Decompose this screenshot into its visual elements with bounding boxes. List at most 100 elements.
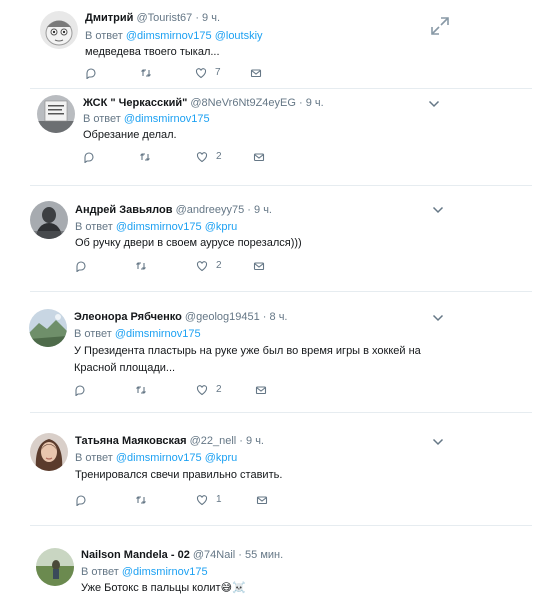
author-handle[interactable]: @andreeyy75 [176,204,245,216]
avatar[interactable] [30,201,68,239]
author-name[interactable]: Татьяна Маяковская [75,435,187,447]
chevron-down-icon[interactable] [432,438,444,446]
separator-dot: · [239,435,243,447]
message-button[interactable] [250,67,262,79]
reply-button[interactable] [85,67,97,79]
author-name[interactable]: Андрей Завьялов [75,204,173,216]
tweet-time[interactable]: 9 ч. [254,204,272,216]
author-name[interactable]: Элеонора Рябченко [74,311,182,323]
tweet-text: Тренировался свечи правильно ставить. [75,469,283,481]
tweet-actions: 7 [85,67,285,81]
tweet-header: Татьяна Маяковская @22_nell · 9 ч. [75,434,264,448]
tweet-text: У Президента пластырь на руке уже был во… [74,345,421,374]
retweet-button[interactable] [139,151,151,163]
reply-icon [84,152,94,163]
avatar[interactable] [29,309,67,347]
author-name[interactable]: ЖСК " Черкасский" [83,97,187,109]
retweet-icon [141,69,151,77]
tweet-time[interactable]: 9 ч. [306,97,324,109]
tweet-time[interactable]: 9 ч. [246,435,264,447]
tweet-1[interactable]: Дмитрий @Tourist67 · 9 ч. В ответ @dimsm… [0,0,538,88]
separator-dot: · [195,12,199,24]
like-button[interactable]: 1 [196,494,222,506]
reply-mention[interactable]: @loutskiy [215,30,263,42]
woman-portrait-avatar-image [30,433,68,471]
author-handle[interactable]: @22_nell [190,435,237,447]
reply-button[interactable] [75,260,87,272]
tweet-actions: 2 [74,384,274,398]
cartoon-face-avatar-image [40,11,78,49]
avatar[interactable] [40,11,78,49]
statue-photo-avatar-image [30,201,68,239]
reply-button[interactable] [74,384,86,396]
heart-icon [196,495,208,506]
message-button[interactable] [255,384,267,396]
reply-prefix: В ответ [75,452,113,464]
mail-icon [253,262,265,271]
reply-mention[interactable]: @kpru [205,452,238,464]
heart-icon [195,68,207,79]
like-button[interactable]: 2 [196,384,222,396]
chevron-down-icon[interactable] [432,206,444,214]
reply-icon [75,385,85,396]
author-handle[interactable]: @Tourist67 [136,12,192,24]
reply-context: В ответ @dimsmirnov175 [83,112,210,126]
reply-prefix: В ответ [85,30,123,42]
tweet-header: Nailson Mandela - 02 @74Nail · 55 мин. [81,548,283,562]
reply-prefix: В ответ [83,113,121,125]
heart-icon [196,152,208,163]
skull-crossbones-emoji: ☠️ [232,582,246,594]
separator-dot: · [238,549,242,561]
tweet-4[interactable]: Элеонора Рябченко @geolog19451 · 8 ч. В … [0,292,538,412]
retweet-button[interactable] [135,384,147,396]
reply-mention[interactable]: @kpru [205,221,238,233]
like-button[interactable]: 2 [196,260,222,272]
author-handle[interactable]: @8NeVr6Nt9Z4eyEG [190,97,296,109]
author-name[interactable]: Nailson Mandela - 02 [81,549,190,561]
retweet-button[interactable] [135,260,147,272]
tweet-time[interactable]: 9 ч. [202,12,220,24]
avatar[interactable] [36,548,74,586]
like-count: 2 [216,384,222,395]
like-button[interactable]: 7 [195,67,221,79]
tweet-5[interactable]: Татьяна Маяковская @22_nell · 9 ч. В отв… [0,413,538,520]
message-button[interactable] [253,260,265,272]
message-button[interactable] [256,494,268,506]
author-name[interactable]: Дмитрий [85,12,133,24]
tweet-header: Элеонора Рябченко @geolog19451 · 8 ч. [74,310,287,324]
reply-mention[interactable]: @dimsmirnov175 [116,452,202,464]
tweet-header: Дмитрий @Tourist67 · 9 ч. [85,11,220,25]
reply-mention[interactable]: @dimsmirnov175 [126,30,212,42]
tweet-2[interactable]: ЖСК " Черкасский" @8NeVr6Nt9Z4eyEG · 9 ч… [0,89,538,185]
author-handle[interactable]: @74Nail [193,549,235,561]
reply-mention[interactable]: @dimsmirnov175 [124,113,210,125]
chevron-down-icon[interactable] [428,100,440,108]
separator-dot: · [298,97,303,109]
reply-mention[interactable]: @dimsmirnov175 [116,221,202,233]
reply-mention[interactable]: @dimsmirnov175 [122,566,208,578]
author-handle[interactable]: @geolog19451 [185,311,260,323]
avatar[interactable] [37,95,75,133]
tweet-time[interactable]: 8 ч. [270,311,288,323]
reply-button[interactable] [83,151,95,163]
retweet-button[interactable] [135,494,147,506]
avatar[interactable] [30,433,68,471]
tweet-time[interactable]: 55 мин. [245,549,283,561]
tweet-text: Уже Ботокс в пальцы колит😅☠️ [81,580,481,597]
like-count: 1 [216,494,222,505]
reply-context: В ответ @dimsmirnov175 @kpru [75,220,237,234]
sweat-smile-emoji: 😅 [220,582,233,594]
reply-context: В ответ @dimsmirnov175 [81,565,208,579]
tweet-3[interactable]: Андрей Завьялов @andreeyy75 · 9 ч. В отв… [0,186,538,291]
message-button[interactable] [253,151,265,163]
tweet-text: Об ручку двери в своем аурусе порезался)… [75,237,302,249]
like-button[interactable]: 2 [196,151,222,163]
chevron-down-icon[interactable] [432,314,444,322]
reply-mention[interactable]: @dimsmirnov175 [115,328,201,340]
separator-dot: · [247,204,251,216]
tweet-6[interactable]: Nailson Mandela - 02 @74Nail · 55 мин. В… [0,526,538,602]
retweet-button[interactable] [140,67,152,79]
tweet-actions: 2 [75,260,275,274]
reply-button[interactable] [75,494,87,506]
like-count: 7 [215,67,221,78]
